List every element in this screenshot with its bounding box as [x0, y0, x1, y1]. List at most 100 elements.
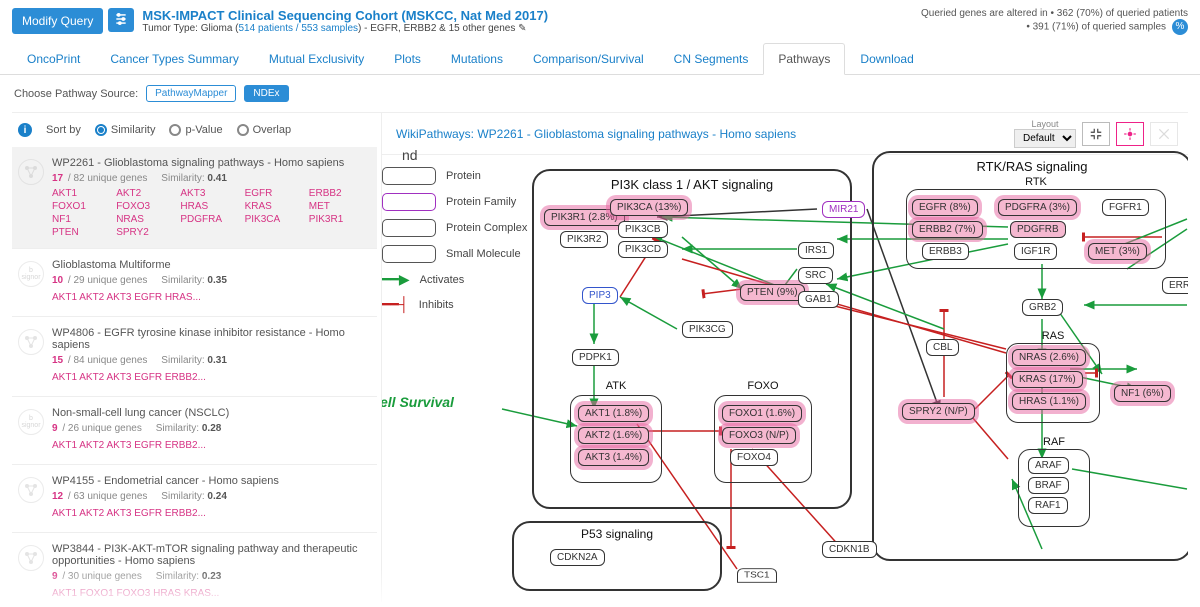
tab-cancer-types[interactable]: Cancer Types Summary — [95, 43, 254, 75]
node-errfi1[interactable]: ERRFI1 — [1162, 277, 1188, 294]
node-spry2[interactable]: SPRY2 (N/P) — [902, 403, 975, 420]
link-icon[interactable]: % — [1172, 19, 1188, 35]
node-akt3[interactable]: AKT3 (1.4%) — [578, 449, 649, 466]
node-pdgfrb[interactable]: PDGFRB — [1010, 221, 1066, 238]
pathway-item[interactable]: WP2261 - Glioblastoma signaling pathways… — [12, 147, 377, 249]
node-erbb3[interactable]: ERBB3 — [922, 243, 969, 260]
pathway-item[interactable]: WP4806 - EGFR tyrosine kinase inhibitor … — [12, 317, 377, 397]
node-met[interactable]: MET (3%) — [1088, 243, 1147, 260]
node-src[interactable]: SRC — [798, 267, 833, 284]
node-erbb2[interactable]: ERBB2 (7%) — [912, 221, 983, 238]
node-pten[interactable]: PTEN (9%) — [740, 284, 805, 301]
pathway-item[interactable]: bsignor Non-small-cell lung cancer (NSCLC… — [12, 397, 377, 465]
pathway-source-icon: bsignor — [18, 261, 44, 287]
node-araf[interactable]: ARAF — [1028, 457, 1069, 474]
sort-pvalue[interactable]: p-Value — [169, 124, 222, 136]
sliders-icon — [114, 12, 128, 26]
tab-mutual-exclusivity[interactable]: Mutual Exclusivity — [254, 43, 379, 75]
cohort-title[interactable]: MSK-IMPACT Clinical Sequencing Cohort (M… — [142, 8, 548, 23]
tab-oncoprint[interactable]: OncoPrint — [12, 43, 95, 75]
node-raf1[interactable]: RAF1 — [1028, 497, 1068, 514]
pathway-source-icon — [18, 329, 44, 355]
node-tsc1[interactable]: TSC1 — [737, 568, 777, 582]
node-foxo4[interactable]: FOXO4 — [730, 449, 778, 466]
tool-button[interactable] — [1150, 122, 1178, 146]
pathway-item[interactable]: bsignorGlioblastoma Multiforme10 / 29 un… — [12, 249, 377, 317]
sort-similarity[interactable]: Similarity — [95, 124, 156, 136]
patients-link[interactable]: 514 — [239, 23, 256, 34]
node-grb2[interactable]: GRB2 — [1022, 299, 1063, 316]
group-p53: P53 signaling — [512, 521, 722, 591]
source-ndex[interactable]: NDEx — [244, 85, 288, 102]
node-fgfr1[interactable]: FGFR1 — [1102, 199, 1149, 216]
pathway-title: WP4806 - EGFR tyrosine kinase inhibitor … — [52, 327, 367, 351]
cohort-info: MSK-IMPACT Clinical Sequencing Cohort (M… — [142, 8, 548, 34]
pathway-source-row: Choose Pathway Source: PathwayMapper NDE… — [0, 75, 1200, 112]
tab-pathways[interactable]: Pathways — [763, 43, 845, 75]
node-egfr[interactable]: EGFR (8%) — [912, 199, 978, 216]
node-pik3ca[interactable]: PIK3CA (13%) — [610, 199, 688, 216]
node-gab1[interactable]: GAB1 — [798, 291, 839, 308]
node-braf[interactable]: BRAF — [1028, 477, 1069, 494]
tab-plots[interactable]: Plots — [379, 43, 436, 75]
results-tabs: OncoPrint Cancer Types Summary Mutual Ex… — [0, 43, 1200, 75]
tab-comparison[interactable]: Comparison/Survival — [518, 43, 659, 75]
node-akt1[interactable]: AKT1 (1.8%) — [578, 405, 649, 422]
fit-view-button[interactable] — [1082, 122, 1110, 146]
collapse-icon — [1089, 127, 1103, 141]
pathway-source-icon: bsignor — [18, 409, 44, 435]
cell-survival-label: ell Survival — [382, 394, 454, 410]
node-nf1[interactable]: NF1 (6%) — [1114, 385, 1171, 402]
samples-link[interactable]: 553 — [301, 23, 318, 34]
node-foxo1[interactable]: FOXO1 (1.6%) — [722, 405, 802, 422]
cohort-subtitle: Tumor Type: Glioma (514 patients / 553 s… — [142, 23, 548, 34]
tab-mutations[interactable]: Mutations — [436, 43, 518, 75]
layout-select[interactable]: Default — [1014, 129, 1076, 148]
node-cdkn1b[interactable]: CDKN1B — [822, 541, 877, 558]
sort-label: Sort by — [46, 124, 81, 136]
main-area: i Sort by Similarity p-Value Overlap WP2… — [12, 112, 1188, 602]
pathway-item[interactable]: WP4155 - Endometrial cancer - Homo sapie… — [12, 465, 377, 533]
node-cbl[interactable]: CBL — [926, 339, 959, 356]
node-pik3cd[interactable]: PIK3CD — [618, 241, 668, 258]
sort-overlap[interactable]: Overlap — [237, 124, 292, 136]
node-mir21[interactable]: MIR21 — [822, 201, 865, 218]
query-settings-button[interactable] — [108, 8, 134, 32]
shuffle-icon — [1157, 127, 1171, 141]
pathway-title: Glioblastoma Multiforme — [52, 259, 367, 271]
pathway-source-icon — [18, 477, 44, 503]
sort-row: i Sort by Similarity p-Value Overlap — [12, 113, 377, 147]
pathway-title: Non-small-cell lung cancer (NSCLC) — [52, 407, 367, 419]
node-igf1r[interactable]: IGF1R — [1014, 243, 1057, 260]
pathway-title: WP3844 - PI3K-AKT-mTOR signaling pathway… — [52, 543, 367, 567]
node-irs1[interactable]: IRS1 — [798, 242, 834, 259]
source-pathwaymapper[interactable]: PathwayMapper — [146, 85, 236, 102]
node-pdpk1[interactable]: PDPK1 — [572, 349, 619, 366]
node-cdkn2a[interactable]: CDKN2A — [550, 549, 605, 566]
pathway-canvas[interactable]: nd Protein Protein Family Protein Comple… — [382, 149, 1188, 602]
source-label: Choose Pathway Source: — [14, 88, 138, 100]
node-pik3r2[interactable]: PIK3R2 — [560, 231, 608, 248]
visualization-panel: WikiPathways: WP2261 - Glioblastoma sign… — [382, 113, 1188, 602]
tab-download[interactable]: Download — [845, 43, 928, 75]
modify-query-button[interactable]: Modify Query — [12, 8, 103, 34]
node-nras[interactable]: NRAS (2.6%) — [1012, 349, 1086, 366]
legend: Protein Protein Family Protein Complex S… — [382, 159, 527, 321]
node-hras[interactable]: HRAS (1.1%) — [1012, 393, 1086, 410]
pathway-title: WP4155 - Endometrial cancer - Homo sapie… — [52, 475, 367, 487]
node-foxo3[interactable]: FOXO3 (N/P) — [722, 427, 796, 444]
pathway-list-panel[interactable]: i Sort by Similarity p-Value Overlap WP2… — [12, 113, 382, 602]
pathway-source-icon — [18, 159, 44, 185]
query-stats: Queried genes are altered in • 362 (70%)… — [921, 8, 1188, 35]
node-akt2[interactable]: AKT2 (1.6%) — [578, 427, 649, 444]
node-pdgfra[interactable]: PDGFRA (3%) — [998, 199, 1077, 216]
node-kras[interactable]: KRAS (17%) — [1012, 371, 1083, 388]
node-pik3cb[interactable]: PIK3CB — [618, 221, 668, 238]
pathway-title: WP2261 - Glioblastoma signaling pathways… — [52, 157, 367, 169]
layout-label: Layout — [1031, 119, 1058, 129]
highlight-button[interactable] — [1116, 122, 1144, 146]
tab-cn-segments[interactable]: CN Segments — [659, 43, 764, 75]
info-icon[interactable]: i — [18, 123, 32, 137]
node-pik3cg[interactable]: PIK3CG — [682, 321, 733, 338]
node-pip3[interactable]: PIP3 — [582, 287, 618, 304]
